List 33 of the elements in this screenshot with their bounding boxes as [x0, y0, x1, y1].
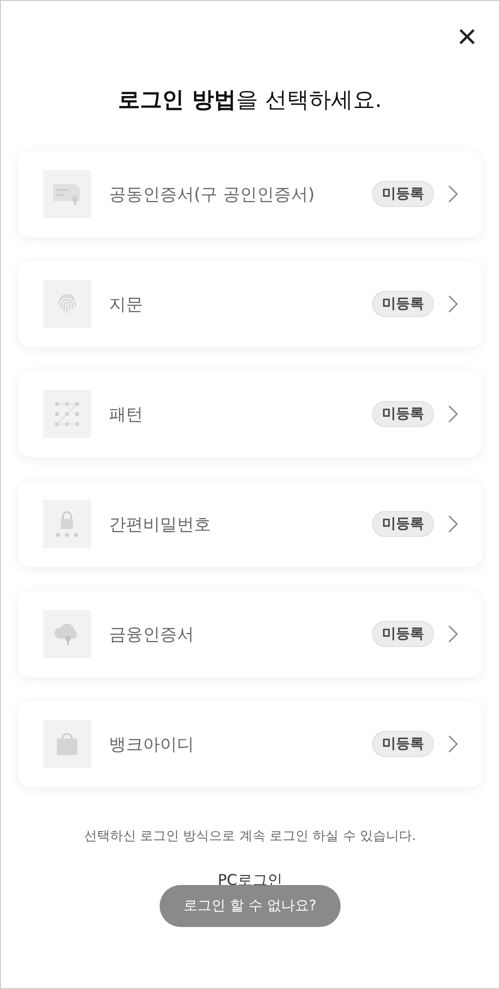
status-badge: 미등록	[372, 511, 434, 537]
status-badge: 미등록	[372, 291, 434, 317]
close-button[interactable]: ×	[457, 15, 477, 59]
chevron-icon	[448, 405, 458, 423]
notice-text: 선택하신 로그인 방식으로 계속 로그인 하실 수 있습니다.	[82, 828, 418, 845]
method-label: 패턴	[109, 404, 144, 426]
chevron-icon	[448, 735, 458, 753]
login-method-card[interactable]: 뱅크아이디 미등록	[18, 701, 482, 787]
page-title: 로그인 방법을 선택하세요.	[117, 87, 383, 115]
method-label: 간편비밀번호	[109, 514, 212, 536]
bag-icon	[54, 731, 80, 757]
status-badge: 미등록	[372, 621, 434, 647]
fingerprint-icon	[56, 292, 78, 316]
chevron-icon	[448, 625, 458, 643]
chevron-icon	[448, 295, 458, 313]
status-badge: 미등록	[372, 401, 434, 427]
pattern-icon	[54, 401, 80, 427]
login-method-card[interactable]: 패턴 미등록	[18, 371, 482, 457]
login-method-card[interactable]: 간편비밀번호 미등록	[18, 481, 482, 567]
chevron-icon	[448, 185, 458, 203]
method-label: 지문	[109, 294, 144, 316]
login-help-toast: 로그인 할 수 없나요?	[160, 885, 340, 927]
status-badge: 미등록	[372, 731, 434, 757]
method-label: 금융인증서	[109, 624, 195, 646]
method-label: 공동인증서(구 공인인증서)	[109, 184, 316, 206]
status-badge: 미등록	[372, 181, 434, 207]
login-method-card[interactable]: 금융인증서 미등록	[18, 591, 482, 677]
lock-icon	[53, 510, 81, 538]
chevron-icon	[448, 515, 458, 533]
certificate-icon	[52, 182, 82, 206]
login-method-card[interactable]: 지문 미등록	[18, 261, 482, 347]
method-label: 뱅크아이디	[109, 734, 195, 756]
login-method-card[interactable]: 공동인증서(구 공인인증서) 미등록	[18, 151, 482, 237]
